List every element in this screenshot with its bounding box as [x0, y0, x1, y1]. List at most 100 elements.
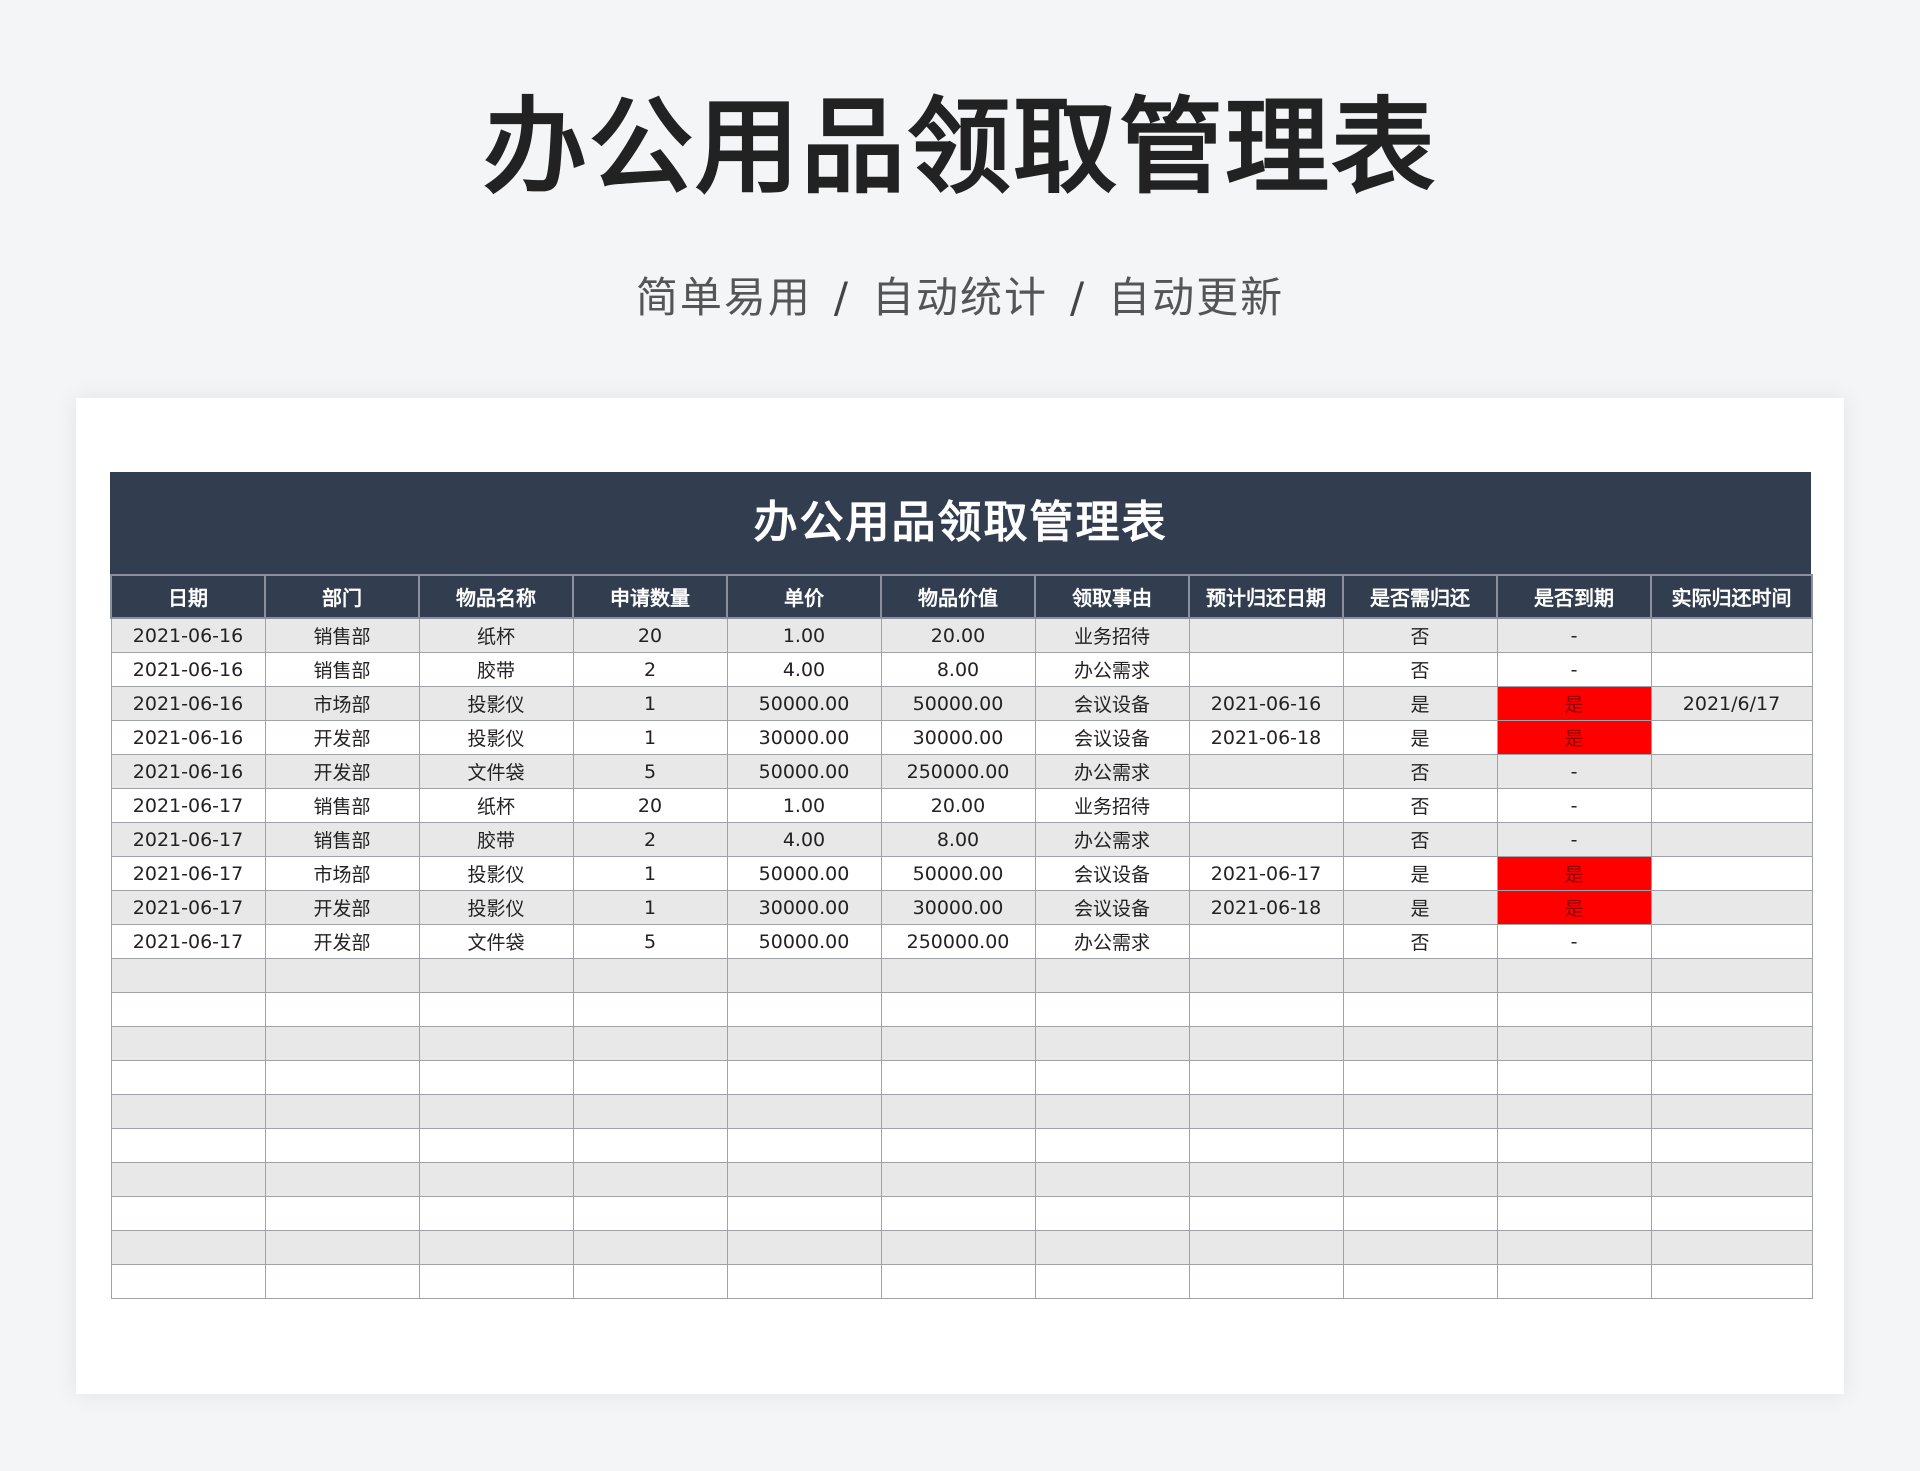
table-cell[interactable]: [1496, 1230, 1652, 1265]
table-cell[interactable]: 20.00: [880, 788, 1036, 823]
table-cell[interactable]: [1650, 1094, 1813, 1129]
table-cell[interactable]: [264, 992, 420, 1027]
table-cell[interactable]: [110, 1230, 266, 1265]
table-cell[interactable]: 2021-06-16: [110, 686, 266, 721]
table-cell[interactable]: [726, 1060, 882, 1095]
table-cell[interactable]: 否: [1342, 754, 1498, 789]
table-cell[interactable]: 250000.00: [880, 754, 1036, 789]
table-cell[interactable]: [1650, 754, 1813, 789]
table-cell[interactable]: 250000.00: [880, 924, 1036, 959]
table-cell[interactable]: 1.00: [726, 617, 882, 653]
table-cell[interactable]: [572, 992, 728, 1027]
table-cell[interactable]: -: [1496, 788, 1652, 823]
table-cell[interactable]: [1188, 1128, 1344, 1163]
table-cell[interactable]: -: [1496, 617, 1652, 653]
table-cell[interactable]: [1650, 1196, 1813, 1231]
column-header[interactable]: 预计归还日期: [1188, 574, 1344, 619]
column-header[interactable]: 部门: [264, 574, 420, 619]
table-cell[interactable]: 是: [1342, 720, 1498, 755]
table-cell[interactable]: [264, 958, 420, 993]
table-cell[interactable]: [1188, 924, 1344, 959]
table-cell[interactable]: [1496, 1264, 1652, 1299]
table-cell[interactable]: 开发部: [264, 720, 420, 755]
table-cell[interactable]: [1496, 1162, 1652, 1197]
table-cell[interactable]: [418, 1162, 574, 1197]
table-cell[interactable]: [1650, 856, 1813, 891]
table-cell[interactable]: [1034, 1060, 1190, 1095]
table-cell[interactable]: [110, 1026, 266, 1061]
table-cell[interactable]: [726, 1128, 882, 1163]
table-cell[interactable]: [418, 1196, 574, 1231]
column-header[interactable]: 领取事由: [1034, 574, 1190, 619]
table-cell[interactable]: [1188, 617, 1344, 653]
column-header[interactable]: 是否需归还: [1342, 574, 1498, 619]
table-cell[interactable]: 胶带: [418, 652, 574, 687]
due-alert-cell[interactable]: 是: [1496, 856, 1652, 891]
table-cell[interactable]: 办公需求: [1034, 652, 1190, 687]
table-cell[interactable]: [1496, 1128, 1652, 1163]
table-cell[interactable]: [1496, 958, 1652, 993]
table-cell[interactable]: [110, 1094, 266, 1129]
table-cell[interactable]: 5: [572, 924, 728, 959]
table-cell[interactable]: [1342, 1162, 1498, 1197]
table-cell[interactable]: [1650, 720, 1813, 755]
table-cell[interactable]: [1496, 1196, 1652, 1231]
table-cell[interactable]: 是: [1342, 686, 1498, 721]
table-cell[interactable]: [726, 1264, 882, 1299]
table-cell[interactable]: 4.00: [726, 822, 882, 857]
column-header[interactable]: 实际归还时间: [1650, 574, 1813, 619]
table-cell[interactable]: [1188, 754, 1344, 789]
table-cell[interactable]: [1034, 958, 1190, 993]
table-cell[interactable]: 5: [572, 754, 728, 789]
table-cell[interactable]: [572, 1026, 728, 1061]
table-cell[interactable]: [418, 1128, 574, 1163]
table-cell[interactable]: [1650, 1264, 1813, 1299]
table-cell[interactable]: [1034, 1230, 1190, 1265]
table-cell[interactable]: [110, 1162, 266, 1197]
table-cell[interactable]: 2: [572, 822, 728, 857]
table-cell[interactable]: [1650, 1162, 1813, 1197]
table-cell[interactable]: [1188, 958, 1344, 993]
table-cell[interactable]: [1496, 1094, 1652, 1129]
table-cell[interactable]: [418, 1026, 574, 1061]
table-cell[interactable]: [264, 1060, 420, 1095]
table-cell[interactable]: 1: [572, 720, 728, 755]
table-cell[interactable]: [1496, 1060, 1652, 1095]
table-cell[interactable]: 2021-06-16: [110, 754, 266, 789]
table-cell[interactable]: 办公需求: [1034, 924, 1190, 959]
table-cell[interactable]: [1188, 1026, 1344, 1061]
table-cell[interactable]: [110, 1060, 266, 1095]
table-cell[interactable]: 2021-06-16: [110, 652, 266, 687]
table-cell[interactable]: 8.00: [880, 652, 1036, 687]
table-cell[interactable]: 市场部: [264, 686, 420, 721]
due-alert-cell[interactable]: 是: [1496, 720, 1652, 755]
table-cell[interactable]: [264, 1230, 420, 1265]
table-cell[interactable]: [880, 1264, 1036, 1299]
table-cell[interactable]: 开发部: [264, 890, 420, 925]
table-cell[interactable]: 投影仪: [418, 720, 574, 755]
table-cell[interactable]: [1034, 1094, 1190, 1129]
table-cell[interactable]: [726, 1162, 882, 1197]
table-cell[interactable]: 20.00: [880, 617, 1036, 653]
table-cell[interactable]: 会议设备: [1034, 720, 1190, 755]
table-cell[interactable]: [572, 958, 728, 993]
table-cell[interactable]: [1496, 992, 1652, 1027]
table-cell[interactable]: [1188, 652, 1344, 687]
column-header[interactable]: 申请数量: [572, 574, 728, 619]
table-cell[interactable]: 30000.00: [726, 890, 882, 925]
table-cell[interactable]: 否: [1342, 822, 1498, 857]
table-cell[interactable]: 否: [1342, 788, 1498, 823]
table-cell[interactable]: 否: [1342, 617, 1498, 653]
table-cell[interactable]: 开发部: [264, 754, 420, 789]
table-cell[interactable]: [264, 1196, 420, 1231]
table-cell[interactable]: [418, 1230, 574, 1265]
table-cell[interactable]: [1342, 958, 1498, 993]
table-cell[interactable]: [880, 1060, 1036, 1095]
table-cell[interactable]: [1342, 1128, 1498, 1163]
table-cell[interactable]: 2021-06-18: [1188, 890, 1344, 925]
table-cell[interactable]: 文件袋: [418, 924, 574, 959]
table-cell[interactable]: 销售部: [264, 652, 420, 687]
table-cell[interactable]: [1188, 1162, 1344, 1197]
table-cell[interactable]: 1: [572, 686, 728, 721]
table-cell[interactable]: [418, 1264, 574, 1299]
